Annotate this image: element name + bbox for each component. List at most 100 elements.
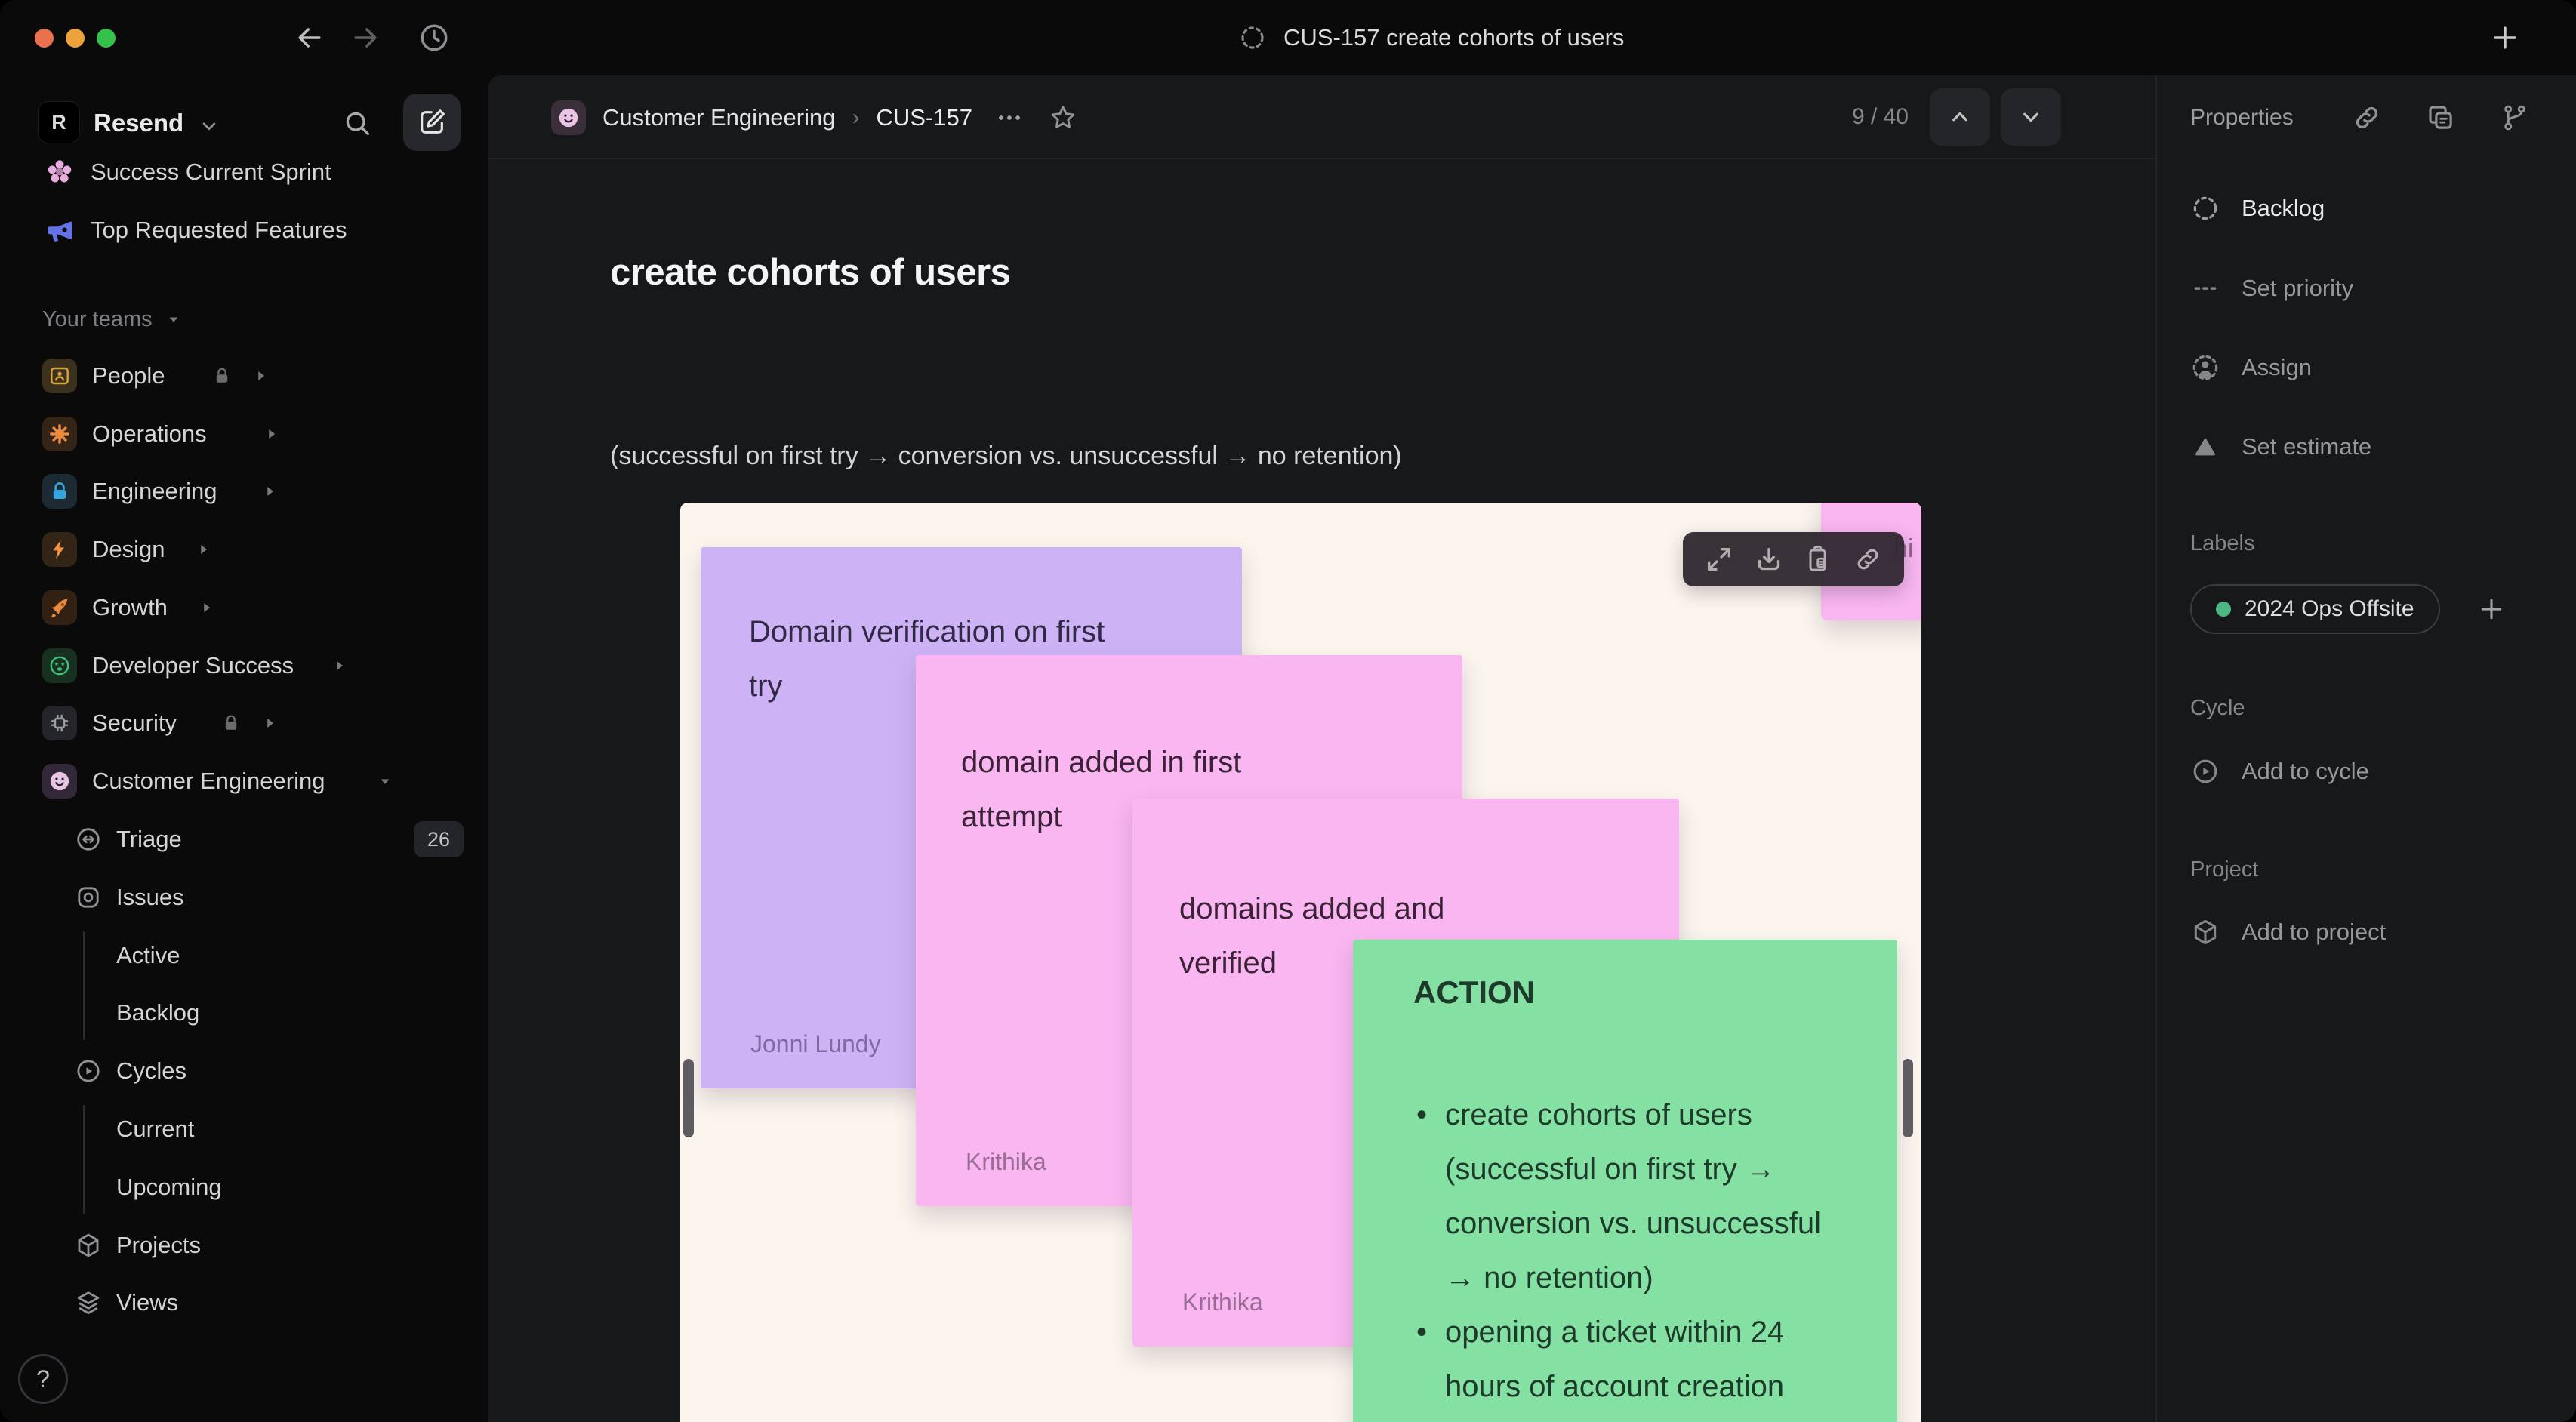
sidebar-item-current[interactable]: Current xyxy=(0,1100,488,1158)
copy-link-icon[interactable] xyxy=(1853,544,1883,574)
status-selector[interactable]: Backlog xyxy=(2190,182,2325,235)
assign-person-icon xyxy=(2189,352,2221,383)
views-layers-icon xyxy=(74,1288,103,1317)
team-avatar xyxy=(42,764,77,799)
chevron-down-icon xyxy=(2017,103,2044,131)
window-tab[interactable]: CUS-157 create cohorts of users xyxy=(1238,0,1624,75)
estimate-selector[interactable]: Set estimate xyxy=(2190,420,2371,473)
chevron-right-icon[interactable] xyxy=(261,715,278,731)
sidebar-item-growth[interactable]: Growth xyxy=(0,579,488,636)
copy-id-icon[interactable] xyxy=(2425,102,2457,134)
copy-link-icon[interactable] xyxy=(2351,102,2383,134)
status-value: Backlog xyxy=(2242,195,2325,221)
team-avatar xyxy=(42,706,77,740)
add-label-icon[interactable] xyxy=(2476,594,2507,624)
sidebar-item-design[interactable]: Design xyxy=(0,521,488,578)
copy-to-clipboard-icon[interactable] xyxy=(1803,544,1833,574)
team-avatar xyxy=(42,359,77,393)
history-clock-icon[interactable] xyxy=(417,20,451,55)
zoom-window-button[interactable] xyxy=(97,29,116,48)
chevron-right-icon[interactable] xyxy=(261,483,278,500)
sticky-notes-image[interactable]: Domain verification on first try Jonni L… xyxy=(680,503,1921,1422)
sidebar-item-upcoming[interactable]: Upcoming xyxy=(0,1159,488,1216)
favorite-star-icon[interactable] xyxy=(1048,103,1078,133)
add-to-project-button[interactable]: Add to project xyxy=(2190,906,2386,959)
image-resize-handle-right[interactable] xyxy=(1903,1059,1913,1137)
chevron-down-icon[interactable] xyxy=(198,115,220,137)
linear-window: CUS-157 create cohorts of users R Resend… xyxy=(0,0,2576,1422)
sidebar-item-views[interactable]: Views xyxy=(0,1274,488,1331)
sidebar-item-active[interactable]: Active xyxy=(0,927,488,984)
minimize-window-button[interactable] xyxy=(66,29,85,48)
expand-image-icon[interactable] xyxy=(1704,544,1734,574)
star-face-icon xyxy=(48,654,72,678)
forward-icon[interactable] xyxy=(349,21,382,54)
bolt-icon xyxy=(48,537,72,562)
window-titlebar: CUS-157 create cohorts of users xyxy=(0,0,2576,75)
projects-cube-icon xyxy=(74,1231,103,1260)
breadcrumb-separator: › xyxy=(852,104,860,130)
caret-down-icon[interactable] xyxy=(377,774,393,789)
breadcrumb-team[interactable]: Customer Engineering xyxy=(602,104,835,131)
sidebar-item-projects[interactable]: Projects xyxy=(0,1217,488,1274)
priority-selector[interactable]: Set priority xyxy=(2190,262,2353,315)
project-section-header: Project xyxy=(2190,857,2259,882)
breadcrumb-issue-id[interactable]: CUS-157 xyxy=(876,104,972,131)
assignee-selector[interactable]: Assign xyxy=(2190,341,2312,394)
more-options-icon[interactable] xyxy=(995,103,1024,132)
sidebar-item-security[interactable]: Security xyxy=(0,694,488,752)
bullet-item: create cohorts of users (successful on f… xyxy=(1416,1088,1850,1305)
sidebar-item-label: Backlog xyxy=(116,999,200,1026)
chevron-right-icon[interactable] xyxy=(195,541,211,558)
lock-icon xyxy=(220,713,242,734)
sidebar-item-customer-engineering[interactable]: Customer Engineering xyxy=(0,753,488,810)
workspace-name[interactable]: Resend xyxy=(94,109,183,137)
sidebar-item-top-requested-features[interactable]: Top Requested Features xyxy=(0,202,488,259)
help-button[interactable]: ? xyxy=(18,1354,68,1404)
chevron-right-icon[interactable] xyxy=(331,657,347,674)
issues-icon xyxy=(74,883,103,912)
team-avatar xyxy=(551,100,586,135)
back-icon[interactable] xyxy=(293,21,326,54)
compose-button[interactable] xyxy=(403,94,461,151)
sidebar-item-engineering[interactable]: Engineering xyxy=(0,463,488,520)
sidebar-item-triage[interactable]: Triage 26 xyxy=(0,811,488,868)
sidebar-item-developer-success[interactable]: Developer Success xyxy=(0,637,488,694)
sidebar-item-operations[interactable]: Operations xyxy=(0,405,488,463)
previous-issue-button[interactable] xyxy=(1930,88,1990,146)
backlog-status-icon xyxy=(1238,23,1267,52)
pager-position: 9 / 40 xyxy=(1851,104,1909,129)
sidebar-item-label: People xyxy=(92,362,165,389)
sidebar-item-label: Projects xyxy=(116,1232,201,1258)
chevron-right-icon[interactable] xyxy=(252,368,269,384)
chip-icon xyxy=(48,711,72,735)
workspace-logo[interactable]: R xyxy=(38,101,80,143)
your-teams-header[interactable]: Your teams xyxy=(42,304,488,334)
breadcrumb: Customer Engineering › CUS-157 xyxy=(551,75,1078,159)
download-image-icon[interactable] xyxy=(1754,544,1784,574)
search-icon[interactable] xyxy=(341,107,373,139)
add-to-cycle-button[interactable]: Add to cycle xyxy=(2190,745,2369,798)
next-issue-button[interactable] xyxy=(2001,88,2061,146)
team-avatar xyxy=(42,417,77,451)
close-window-button[interactable] xyxy=(35,29,54,48)
properties-panel: Properties Backlog Set priority Assign S… xyxy=(2155,75,2576,1422)
bullet-item: opening a ticket within 24 hours of acco… xyxy=(1416,1305,1850,1414)
label-name: 2024 Ops Offsite xyxy=(2245,596,2414,621)
image-resize-handle-left[interactable] xyxy=(683,1059,694,1137)
sidebar-item-success-current-sprint[interactable]: Success Current Sprint xyxy=(0,148,488,201)
new-tab-icon[interactable] xyxy=(2488,21,2522,54)
sticky-note-author: Jonni Lundy xyxy=(750,1030,881,1057)
team-avatar xyxy=(42,532,77,567)
git-branch-icon[interactable] xyxy=(2499,102,2531,134)
chevron-right-icon[interactable] xyxy=(198,599,214,616)
sidebar-item-issues[interactable]: Issues xyxy=(0,869,488,926)
sidebar-item-label: Triage xyxy=(116,826,182,852)
issue-title[interactable]: create cohorts of users xyxy=(610,251,1011,294)
issue-description[interactable]: (successful on first try → conversion vs… xyxy=(610,442,1402,471)
sidebar-item-people[interactable]: People xyxy=(0,347,488,405)
sidebar-item-backlog[interactable]: Backlog xyxy=(0,984,488,1042)
chevron-right-icon[interactable] xyxy=(263,426,279,442)
sidebar-item-cycles[interactable]: Cycles xyxy=(0,1042,488,1100)
label-chip[interactable]: 2024 Ops Offsite xyxy=(2190,584,2440,634)
